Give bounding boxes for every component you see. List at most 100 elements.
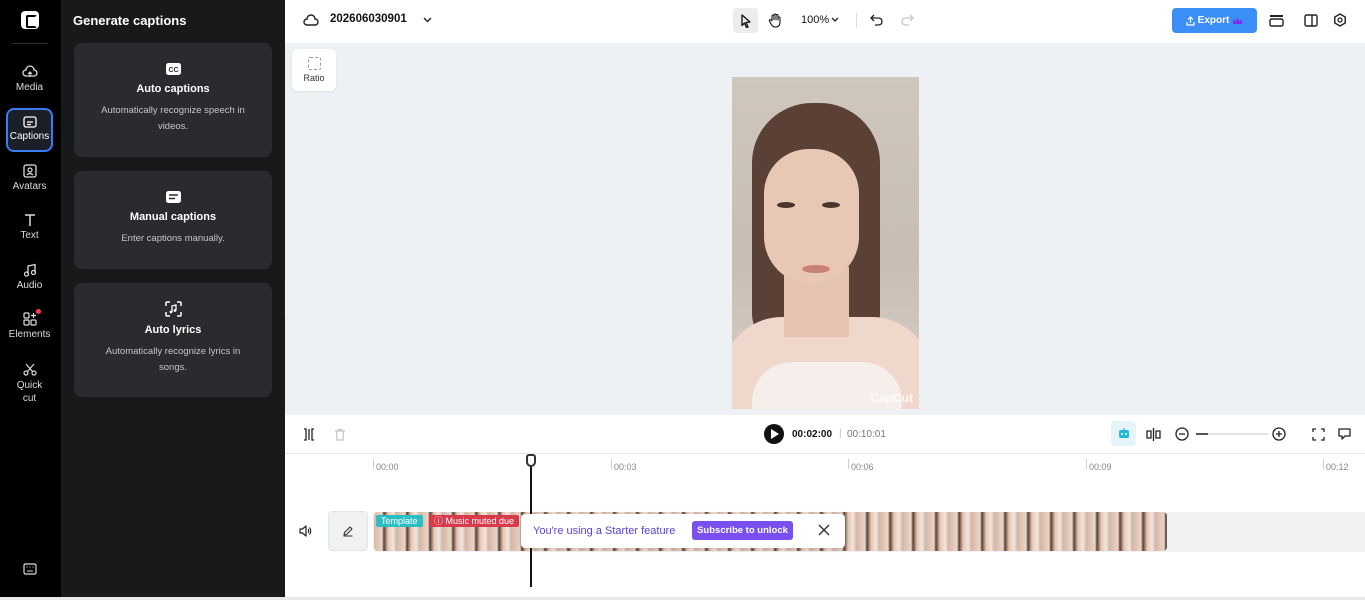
rail-item-avatars[interactable]: Avatars [6, 164, 53, 198]
capcut-watermark: CapCut [870, 391, 913, 405]
feedback-button[interactable] [1336, 426, 1352, 442]
snap-button[interactable] [1144, 425, 1162, 443]
keyboard-shortcuts-button[interactable] [6, 563, 53, 579]
avatar-icon [22, 164, 37, 178]
timeline-zoom-slider[interactable] [1196, 433, 1268, 435]
warning-icon: ⓘ [434, 516, 446, 526]
cloud-sync-button[interactable] [302, 12, 320, 28]
export-label: Export [1197, 15, 1230, 26]
preview-figure [822, 202, 840, 208]
rail-item-quick-cut[interactable]: Quick cut [6, 362, 53, 406]
elements-icon [22, 312, 37, 326]
export-icon [1186, 15, 1195, 26]
rail-item-audio[interactable]: Audio [6, 263, 53, 297]
music-scan-icon [164, 301, 182, 317]
project-name[interactable]: 202606030901 [330, 13, 407, 25]
rail-label: Elements [8, 329, 51, 340]
subscribe-button[interactable]: Subscribe to unlock [692, 521, 793, 540]
card-title: Auto lyrics [144, 324, 202, 336]
split-icon [304, 427, 314, 441]
magnet-split-icon [1145, 427, 1161, 441]
minus-circle-icon [1175, 427, 1189, 441]
chevron-down-icon [423, 17, 431, 23]
ruler-tick [1323, 459, 1324, 469]
captions-panel: Generate captions CC Auto captions Autom… [61, 0, 285, 598]
capcut-logo-icon[interactable] [21, 11, 39, 29]
panel-title: Generate captions [73, 13, 187, 28]
preview-canvas: Ratio CapCut [285, 43, 1365, 415]
ruler-label: 00:06 [851, 462, 874, 472]
panel-layout-button[interactable] [1302, 11, 1320, 29]
toast-close-button[interactable] [818, 523, 830, 541]
cc-icon: CC [165, 63, 181, 75]
music-muted-tag: ⓘ Music muted due [429, 515, 520, 527]
current-time: 00:02:00 [792, 429, 833, 440]
preview-figure [802, 265, 830, 273]
split-view-icon [1304, 13, 1318, 27]
ruler-label: 00:09 [1089, 462, 1112, 472]
layers-icon [1268, 14, 1284, 27]
cloud-upload-icon [21, 65, 38, 77]
ratio-button[interactable]: Ratio [292, 49, 336, 91]
rail-label: Audio [16, 280, 43, 291]
split-button[interactable] [302, 426, 316, 442]
redo-button[interactable] [898, 11, 916, 29]
ruler-label: 00:03 [614, 462, 637, 472]
close-icon [818, 524, 830, 536]
export-button[interactable]: Export [1172, 8, 1257, 33]
cloud-icon [303, 13, 319, 26]
ruler-tick [848, 459, 849, 469]
video-preview[interactable]: CapCut [732, 77, 919, 409]
zoom-menu-toggle[interactable] [830, 15, 840, 25]
rail-item-text[interactable]: Text [6, 213, 53, 247]
timeline-area[interactable]: 00:00 00:03 00:06 00:09 00:12 Template ⓘ… [285, 454, 1365, 598]
card-description: Automatically recognize lyrics in songs. [105, 346, 241, 373]
left-nav-rail: Media Captions Avatars Text Audio Elemen… [0, 0, 61, 598]
track-edit-button[interactable] [328, 511, 368, 551]
toast-message: You're using a Starter feature [533, 525, 676, 537]
ratio-icon [307, 57, 321, 70]
auto-captions-card[interactable]: CC Auto captions Automatically recognize… [74, 43, 272, 157]
rail-item-captions[interactable]: Captions [6, 108, 53, 152]
zoom-in-button[interactable] [1271, 426, 1287, 442]
music-muted-label: Music muted due [445, 516, 515, 526]
project-menu-toggle[interactable] [421, 14, 433, 26]
hand-icon [768, 12, 781, 28]
rail-label: Text [20, 230, 39, 241]
rail-divider [12, 43, 48, 44]
fullscreen-button[interactable] [1310, 426, 1326, 442]
card-description: Automatically recognize speech in videos… [101, 105, 245, 132]
trash-icon [335, 428, 345, 441]
crown-icon [1233, 17, 1243, 24]
undo-button[interactable] [867, 11, 885, 29]
robot-icon [1118, 428, 1129, 438]
zoom-level[interactable]: 100% [801, 14, 829, 26]
toolbar-divider [856, 13, 857, 28]
play-button[interactable] [764, 424, 784, 444]
pencil-icon [343, 526, 353, 537]
hand-tool-button[interactable] [764, 9, 786, 31]
rail-item-elements[interactable]: Elements [6, 309, 53, 346]
starter-feature-toast: You're using a Starter feature Subscribe… [521, 514, 845, 548]
rail-item-media[interactable]: Media [6, 62, 53, 96]
ruler-label: 00:00 [376, 462, 399, 472]
ruler-tick [1086, 459, 1087, 469]
delete-button[interactable] [333, 426, 347, 442]
track-mute-button[interactable] [297, 524, 313, 538]
ratio-label: Ratio [303, 73, 325, 83]
layers-button[interactable] [1267, 11, 1285, 29]
fullscreen-icon [1311, 427, 1325, 441]
speaker-icon [298, 525, 311, 537]
zoom-out-button[interactable] [1174, 426, 1190, 442]
ruler-tick [611, 459, 612, 469]
text-icon [24, 214, 35, 226]
playhead-handle[interactable] [526, 454, 536, 467]
ai-tool-button[interactable] [1111, 421, 1136, 446]
timeline-controls: 00:02:00 | 00:10:01 [285, 415, 1365, 454]
auto-lyrics-card[interactable]: Auto lyrics Automatically recognize lyri… [74, 283, 272, 397]
undo-icon [869, 14, 883, 26]
keyboard-icon [22, 563, 37, 575]
select-tool-button[interactable] [733, 8, 758, 33]
settings-button[interactable] [1331, 11, 1349, 29]
manual-captions-card[interactable]: Manual captions Enter captions manually. [74, 171, 272, 269]
